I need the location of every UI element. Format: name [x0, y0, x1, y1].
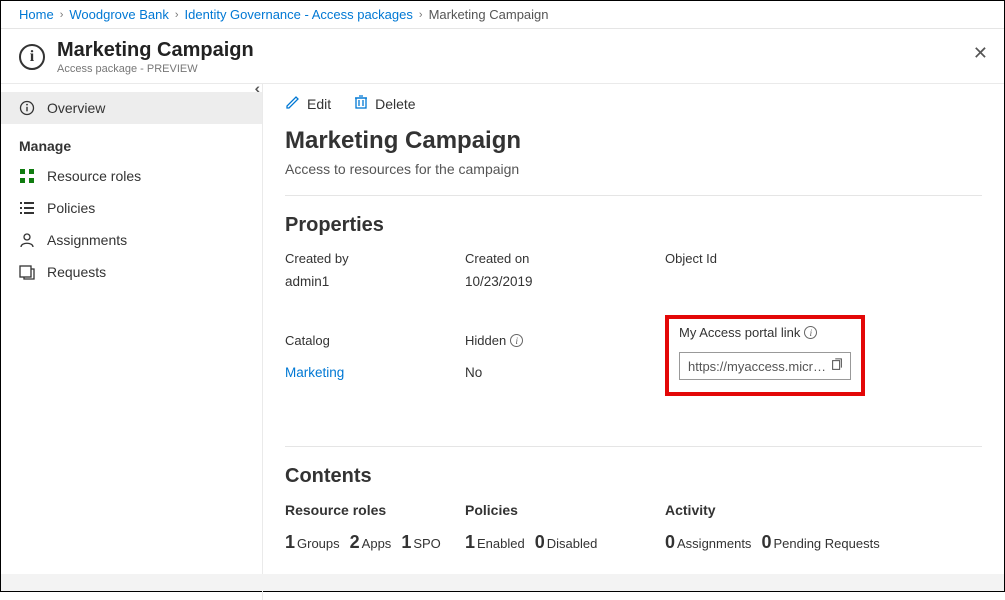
value-created-on: 10/23/2019: [465, 274, 665, 289]
portal-link-value: https://myaccess.micro...: [688, 359, 830, 374]
trash-icon: [353, 94, 369, 113]
person-icon: [19, 232, 35, 248]
page-subtitle: Access package - PREVIEW: [57, 63, 254, 75]
divider: [285, 446, 982, 447]
breadcrumb-woodgrove[interactable]: Woodgrove Bank: [69, 7, 169, 22]
sidebar: ‹‹ Overview Manage Resource roles Polici…: [1, 84, 263, 600]
label-catalog: Catalog: [285, 325, 465, 357]
sidebar-item-policies[interactable]: Policies: [1, 192, 262, 224]
info-icon: i: [19, 44, 45, 70]
column-policies: Policies: [465, 502, 665, 518]
page-title: Marketing Campaign: [57, 39, 254, 61]
counts-policies: 1Enabled 0Disabled: [465, 532, 665, 553]
chevron-right-icon: ›: [60, 9, 64, 21]
sidebar-heading-manage: Manage: [1, 124, 262, 160]
close-button[interactable]: ✕: [973, 43, 988, 64]
properties-grid: Created by Created on Object Id admin1 1…: [285, 251, 982, 396]
info-icon: [19, 100, 35, 116]
label-hidden: Hidden i: [465, 325, 665, 357]
sidebar-item-requests[interactable]: Requests: [1, 256, 262, 288]
breadcrumb: Home › Woodgrove Bank › Identity Governa…: [1, 1, 1004, 29]
copy-icon: [830, 358, 844, 375]
sidebar-item-label: Resource roles: [47, 168, 141, 184]
properties-heading: Properties: [285, 214, 982, 237]
value-catalog[interactable]: Marketing: [285, 365, 465, 397]
collapse-sidebar-button[interactable]: ‹‹: [255, 80, 256, 96]
sidebar-item-label: Assignments: [47, 232, 127, 248]
label-created-on: Created on: [465, 251, 665, 266]
button-label: Edit: [307, 96, 331, 112]
sidebar-item-label: Policies: [47, 200, 95, 216]
requests-icon: [19, 264, 35, 280]
close-icon: ✕: [973, 43, 988, 63]
chevron-right-icon: ›: [419, 9, 423, 21]
chevron-right-icon: ›: [175, 9, 179, 21]
chevron-double-left-icon: ‹‹: [255, 80, 256, 96]
label-object-id: Object Id: [665, 251, 865, 266]
edit-button[interactable]: Edit: [285, 94, 331, 113]
value-object-id: [665, 274, 865, 289]
label-created-by: Created by: [285, 251, 465, 266]
list-icon: [19, 200, 35, 216]
sidebar-item-resource-roles[interactable]: Resource roles: [1, 160, 262, 192]
column-resource-roles: Resource roles: [285, 502, 465, 518]
grid-icon: [19, 168, 35, 184]
breadcrumb-governance[interactable]: Identity Governance - Access packages: [185, 7, 413, 22]
info-icon[interactable]: i: [510, 334, 523, 347]
button-label: Delete: [375, 96, 415, 112]
sidebar-item-assignments[interactable]: Assignments: [1, 224, 262, 256]
info-icon[interactable]: i: [804, 326, 817, 339]
contents-heading: Contents: [285, 465, 982, 488]
sidebar-item-label: Requests: [47, 264, 106, 280]
delete-button[interactable]: Delete: [353, 94, 415, 113]
copy-button[interactable]: [830, 358, 844, 375]
content-description: Access to resources for the campaign: [285, 161, 982, 177]
page-header: i Marketing Campaign Access package - PR…: [1, 29, 1004, 84]
sidebar-item-overview[interactable]: Overview: [1, 92, 262, 124]
breadcrumb-current: Marketing Campaign: [429, 7, 549, 22]
counts-activity: 0Assignments 0Pending Requests: [665, 532, 925, 553]
divider: [285, 195, 982, 196]
value-created-by: admin1: [285, 274, 465, 289]
toolbar: Edit Delete: [263, 84, 1004, 123]
content-title: Marketing Campaign: [285, 127, 982, 155]
sidebar-item-label: Overview: [47, 100, 105, 116]
portal-link-highlight: My Access portal link i https://myaccess…: [665, 315, 865, 396]
main-content: Edit Delete Marketing Campaign Access to…: [263, 84, 1004, 600]
column-activity: Activity: [665, 502, 925, 518]
counts-resource-roles: 1Groups 2Apps 1SPO: [285, 532, 465, 553]
pencil-icon: [285, 94, 301, 113]
breadcrumb-home[interactable]: Home: [19, 7, 54, 22]
horizontal-scrollbar[interactable]: [1, 574, 1004, 591]
contents-grid: Resource roles Policies Activity 1Groups…: [285, 502, 982, 553]
portal-link-field[interactable]: https://myaccess.micro...: [679, 352, 851, 380]
value-hidden: No: [465, 365, 665, 397]
label-portal-link: My Access portal link i: [679, 325, 851, 340]
